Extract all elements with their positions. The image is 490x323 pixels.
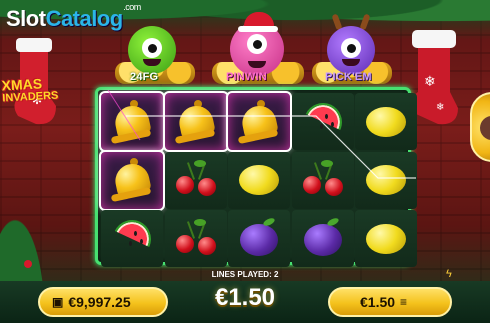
logo-text-slot: Slot [6,6,46,31]
balance-value: €9,997.25 [68,294,131,310]
reel-cell [99,149,165,211]
game-title-logo: XMAS INVADERS [1,75,60,106]
reel-cell [228,151,290,209]
reel-cell [355,93,417,150]
svg-text:❄: ❄ [436,102,444,113]
reel-cell [228,210,290,267]
logo-text-domain: .com [123,2,141,12]
side-button-icon [480,116,490,140]
wallet-icon: ▣ [52,295,64,309]
side-menu-button[interactable] [470,92,490,162]
ornament-icon [24,260,32,268]
feature-label-24fg: 24FG [130,71,159,83]
bet-value: €1.50 [360,294,396,310]
reel-cell [291,151,354,209]
feature-label-pinwin: PINWIN [226,71,267,83]
logo-text-catalog: Catalog [45,6,124,31]
bet-selector[interactable]: €1.50 ≡ [328,287,452,317]
balance-display: ▣ €9,997.25 [38,287,168,317]
reel-cell [101,210,163,267]
reel-cell [164,210,227,267]
purple-monster-icon [327,26,375,74]
lines-played-label: LINES PLAYED: 2 [211,270,279,279]
green-monster-icon [128,26,176,74]
feature-label-pickem: PICK'EM [325,71,372,83]
reel-cell [99,91,165,152]
reel-cell [291,93,354,150]
svg-text:❄: ❄ [424,73,436,89]
reel-cell [164,151,227,209]
turbo-bolt-icon[interactable]: ϟ [446,268,452,280]
reel-cell [162,91,229,152]
santa-hat-rim-icon [238,26,278,32]
reel-cell [355,151,417,209]
site-logo: SlotCatalog .com [6,2,141,32]
game-screen: SlotCatalog .com ✻ ❄ ❄ XMAS INVADERS 24F… [0,0,490,323]
win-amount: €1.50 [214,284,276,311]
reel-cell [355,210,417,267]
reel-cell [291,210,354,267]
coin-stack-icon: ≡ [400,295,408,309]
reel-cell [226,91,292,152]
